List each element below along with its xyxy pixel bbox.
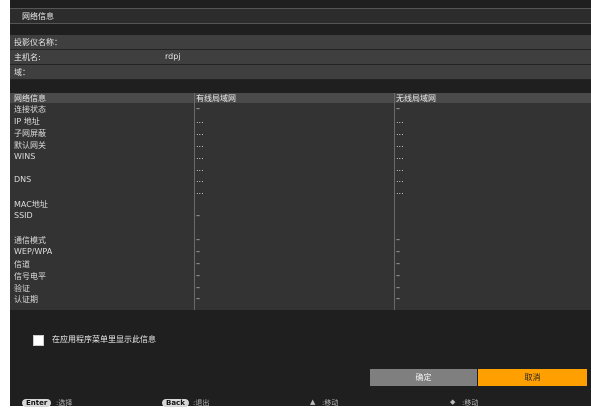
table-row: ...... (10, 164, 591, 174)
projector-name-label: 投影仪名称： (14, 38, 62, 47)
table-row: DNS...... (10, 175, 591, 185)
row-label: 信道 (14, 259, 30, 269)
domain-row: 域： (10, 65, 591, 80)
row-wireless-value: ... (396, 115, 404, 125)
row-wireless-value: – (396, 246, 400, 256)
hostname-row: 主机名: rdpj (10, 50, 591, 65)
row-wireless-value: ... (396, 175, 404, 185)
row-wired-value: ... (196, 115, 204, 125)
table-row: 子网屏蔽...... (10, 128, 591, 138)
row-wireless-value: ... (396, 151, 404, 161)
row-label: 认证期 (14, 295, 38, 305)
enter-hint: :选择 (56, 399, 73, 407)
table-row: MAC地址 (10, 199, 591, 209)
table-row (10, 223, 591, 233)
table-header: 网络信息 有线局域网 无线局域网 (10, 93, 591, 103)
row-label: SSID (14, 211, 33, 221)
show-info-checkbox[interactable] (33, 335, 44, 346)
show-info-checkbox-label: 在应用程序菜单里显示此信息 (52, 335, 156, 344)
row-label: 通信模式 (14, 235, 46, 245)
row-wired-value: – (196, 294, 200, 304)
row-wireless-value: – (396, 270, 400, 280)
row-label: 信号电平 (14, 271, 46, 281)
row-wireless-value: ... (396, 127, 404, 137)
row-wired-value: – (196, 234, 200, 244)
table-row: 认证期 – – (10, 294, 591, 304)
table-row: WINS...... (10, 152, 591, 162)
table-row: 信号电平 – – (10, 271, 591, 281)
table-row: ...... (10, 187, 591, 197)
row-wired-value: – (196, 211, 200, 221)
row-label: MAC地址 (14, 200, 48, 210)
header-network-info: 网络信息 (14, 94, 46, 103)
row-wired-value: – (196, 270, 200, 280)
table-row: 通信模式 – – (10, 235, 591, 245)
row-wireless-value: ... (396, 187, 404, 197)
row-wired-value: – (196, 246, 200, 256)
row-wireless-value: – (396, 234, 400, 244)
row-wireless-value: ... (396, 163, 404, 173)
up-down-arrow-icon: ▲ (310, 398, 316, 406)
table-row: WEP/WPA – – (10, 247, 591, 257)
row-label: 子网屏蔽 (14, 128, 46, 138)
row-wired-value: – (196, 282, 200, 292)
row-wired-value: ... (196, 139, 204, 149)
row-wireless-value: – (396, 104, 400, 113)
back-hint: :退出 (193, 399, 210, 407)
left-right-arrow-icon: ◆ (450, 398, 456, 406)
projector-name-row: 投影仪名称： (10, 35, 591, 50)
move-hint-2: :移动 (462, 399, 479, 407)
row-wired-value: ... (196, 163, 204, 173)
move-hint-1: :移动 (322, 399, 339, 407)
row-wired-value: – (196, 258, 200, 268)
row-wireless-value: – (396, 282, 400, 292)
row-wireless-value: ... (396, 139, 404, 149)
row-wired-value: ... (196, 127, 204, 137)
key-hints-bar: Enter :选择 Back :退出 ▲ :移动 ◆ :移动 (10, 398, 591, 407)
header-wired-lan: 有线局域网 (196, 94, 236, 103)
row-label: 验证 (14, 283, 30, 293)
row-label: DNS (14, 175, 32, 185)
page-title: 网络信息 (22, 12, 54, 21)
title-bar: 网络信息 (10, 8, 591, 24)
hostname-label: 主机名: (14, 53, 41, 62)
table-row: 默认网关...... (10, 140, 591, 150)
table-row: 信道 – – (10, 259, 591, 269)
row-label: WEP/WPA (14, 246, 53, 256)
ok-button[interactable]: 确定 (370, 369, 477, 386)
network-table: 网络信息 有线局域网 无线局域网 连接状态 – – IP 地址...... 子网屏蔽..… (10, 93, 591, 310)
row-wireless-value: – (396, 258, 400, 268)
row-wired-value: ... (196, 187, 204, 197)
domain-label: 域： (14, 68, 30, 77)
hostname-value: rdpj (165, 52, 181, 61)
header-wireless-lan: 无线局域网 (396, 94, 436, 103)
row-wireless-value: – (396, 294, 400, 304)
cancel-button[interactable]: 取消 (478, 369, 587, 386)
network-info-screen: 网络信息 投影仪名称： 主机名: rdpj 域： 网络信息 有线局域网 无线局域… (10, 0, 591, 407)
row-label: WINS (14, 151, 36, 161)
row-wired-value: ... (196, 151, 204, 161)
table-row: SSID – (10, 211, 591, 221)
row-label: IP 地址 (14, 116, 40, 126)
table-row: 验证 – – (10, 283, 591, 293)
table-row: IP 地址...... (10, 116, 591, 126)
table-row: 连接状态 – – (10, 104, 591, 114)
row-wired-value: ... (196, 175, 204, 185)
row-label: 默认网关 (14, 140, 46, 150)
row-wired-value: – (196, 104, 200, 113)
row-label: 连接状态 (14, 105, 46, 114)
